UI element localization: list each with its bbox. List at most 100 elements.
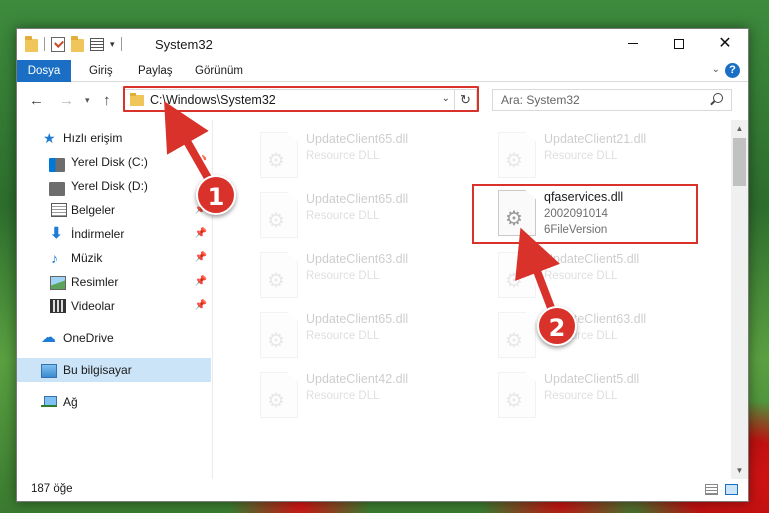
ribbon-tabs: Dosya Giriş Paylaş Görünüm ⌄ ? xyxy=(17,60,748,82)
scroll-up-icon[interactable]: ▲ xyxy=(731,120,748,137)
status-bar: 187 öğe xyxy=(17,479,748,501)
file-item[interactable]: ⚙ UpdateClient21.dll Resource DLL xyxy=(474,128,694,184)
dll-file-icon: ⚙ xyxy=(260,312,298,358)
file-list: ⚙ UpdateClient65.dll Resource DLL ⚙ Upda… xyxy=(214,120,731,479)
file-name: UpdateClient63.dll xyxy=(306,252,409,266)
customize-toolbar-icon[interactable] xyxy=(90,37,104,51)
nav-item-music[interactable]: ♪ Müzik 📌 xyxy=(17,246,211,270)
pin-icon[interactable]: 📌 xyxy=(195,276,207,287)
documents-icon xyxy=(51,203,67,217)
pin-icon[interactable]: 📌 xyxy=(195,156,207,167)
nav-label: OneDrive xyxy=(63,331,114,345)
dll-file-icon: ⚙ xyxy=(260,372,298,418)
nav-label: Ağ xyxy=(63,395,78,409)
pin-icon[interactable]: 📌 xyxy=(195,300,207,311)
scroll-thumb[interactable] xyxy=(733,138,746,186)
pin-icon[interactable]: 📌 xyxy=(195,228,207,239)
file-item[interactable]: ⚙ UpdateClient5.dll Resource DLL xyxy=(474,248,694,304)
file-item[interactable]: ⚙ UpdateClient63.dll Resource DLL xyxy=(474,308,694,364)
folder-icon xyxy=(25,36,38,52)
up-arrow-icon[interactable]: ↑ xyxy=(103,92,111,109)
maximize-button[interactable] xyxy=(656,29,702,58)
file-name: UpdateClient21.dll xyxy=(544,132,647,146)
nav-label: Resimler xyxy=(71,275,119,289)
step-badge-1: 1 xyxy=(196,175,236,215)
properties-check-icon[interactable] xyxy=(51,36,65,52)
large-icons-view-icon[interactable] xyxy=(725,484,738,495)
file-item[interactable]: ⚙ UpdateClient42.dll Resource DLL xyxy=(236,368,456,424)
tab-file[interactable]: Dosya xyxy=(17,60,71,82)
file-item-selected[interactable]: ⚙ qfaservices.dll 2002091014 6FileVersio… xyxy=(474,186,694,242)
pin-icon[interactable]: 📌 xyxy=(195,252,207,263)
file-description: Resource DLL xyxy=(544,270,618,282)
file-item[interactable]: ⚙ UpdateClient5.dll Resource DLL xyxy=(474,368,694,424)
close-button[interactable]: ✕ xyxy=(702,29,748,58)
chevron-down-icon[interactable]: ▾ xyxy=(110,39,115,50)
file-item[interactable]: ⚙ UpdateClient65.dll Resource DLL xyxy=(236,308,456,364)
nav-quick-access[interactable]: ★ Hızlı erişim xyxy=(17,126,211,150)
search-input[interactable] xyxy=(501,90,701,110)
star-icon: ★ xyxy=(43,130,56,146)
recent-locations-icon[interactable]: ▾ xyxy=(85,95,90,106)
nav-network[interactable]: Ağ xyxy=(17,390,211,414)
back-arrow-icon[interactable]: ← xyxy=(29,92,44,109)
navigation-row: ← → ▾ ↑ C:\Windows\System32 ⌄ ↻ xyxy=(17,82,748,120)
chevron-down-icon[interactable]: ⌄ xyxy=(442,93,450,104)
nav-onedrive[interactable]: ☁ OneDrive xyxy=(17,326,211,350)
dll-file-icon: ⚙ xyxy=(260,252,298,298)
address-bar[interactable]: C:\Windows\System32 ⌄ ↻ xyxy=(124,89,477,111)
nav-item-pictures[interactable]: Resimler 📌 xyxy=(17,270,211,294)
nav-label: Belgeler xyxy=(71,203,116,217)
downloads-icon: ⬇ xyxy=(50,225,63,242)
forward-arrow-icon[interactable]: → xyxy=(59,92,74,109)
disk-icon xyxy=(49,158,65,172)
help-icon[interactable]: ? xyxy=(725,63,740,78)
navigation-pane: ★ Hızlı erişim Yerel Disk (C:) 📌 Yerel D… xyxy=(17,120,213,479)
dll-file-icon: ⚙ xyxy=(260,132,298,178)
tab-share[interactable]: Paylaş xyxy=(128,60,183,82)
explorer-window: ▾ System32 ✕ Dosya Giriş Paylaş Görünüm … xyxy=(16,28,749,502)
gear-icon: ⚙ xyxy=(505,390,523,412)
nav-label: Hızlı erişim xyxy=(63,131,123,145)
window-title: System32 xyxy=(155,37,213,52)
file-description: Resource DLL xyxy=(306,330,380,342)
scroll-down-icon[interactable]: ▼ xyxy=(731,462,748,479)
nav-item-disk-c[interactable]: Yerel Disk (C:) 📌 xyxy=(17,150,211,174)
close-icon: ✕ xyxy=(718,34,732,52)
computer-icon xyxy=(41,364,57,378)
search-icon[interactable] xyxy=(713,93,723,103)
pane-divider xyxy=(212,120,213,479)
tab-home[interactable]: Giriş xyxy=(79,60,123,82)
vertical-scrollbar[interactable]: ▲ ▼ xyxy=(731,120,748,479)
file-version: 2002091014 xyxy=(544,208,608,220)
gear-icon: ⚙ xyxy=(267,150,285,172)
tab-view[interactable]: Görünüm xyxy=(185,60,253,82)
nav-item-documents[interactable]: Belgeler 📌 xyxy=(17,198,211,222)
expand-ribbon-icon[interactable]: ⌄ xyxy=(712,64,720,75)
nav-label: Videolar xyxy=(71,299,115,313)
network-icon xyxy=(41,396,57,410)
file-name: UpdateClient65.dll xyxy=(306,132,409,146)
file-description: Resource DLL xyxy=(544,150,618,162)
file-name: UpdateClient5.dll xyxy=(544,252,640,266)
nav-item-downloads[interactable]: ⬇ İndirmeler 📌 xyxy=(17,222,211,246)
new-folder-icon[interactable] xyxy=(71,36,84,52)
nav-this-pc[interactable]: Bu bilgisayar xyxy=(17,358,211,382)
nav-label: Yerel Disk (D:) xyxy=(71,179,148,193)
file-name: qfaservices.dll xyxy=(544,190,624,204)
gear-icon: ⚙ xyxy=(505,150,523,172)
address-path[interactable]: C:\Windows\System32 xyxy=(150,93,276,107)
minimize-button[interactable] xyxy=(610,29,656,58)
file-item[interactable]: ⚙ UpdateClient65.dll Resource DLL xyxy=(236,188,456,244)
nav-label: Yerel Disk (C:) xyxy=(71,155,148,169)
file-item[interactable]: ⚙ UpdateClient63.dll Resource DLL xyxy=(236,248,456,304)
details-view-icon[interactable] xyxy=(705,484,718,495)
file-description: Resource DLL xyxy=(544,390,618,402)
file-item[interactable]: ⚙ UpdateClient65.dll Resource DLL xyxy=(236,128,456,184)
pictures-icon xyxy=(50,276,66,290)
refresh-icon[interactable]: ↻ xyxy=(454,90,476,110)
nav-item-videos[interactable]: Videolar 📌 xyxy=(17,294,211,318)
nav-item-disk-d[interactable]: Yerel Disk (D:) xyxy=(17,174,211,198)
search-box[interactable] xyxy=(492,89,732,111)
cloud-icon: ☁ xyxy=(41,329,56,346)
